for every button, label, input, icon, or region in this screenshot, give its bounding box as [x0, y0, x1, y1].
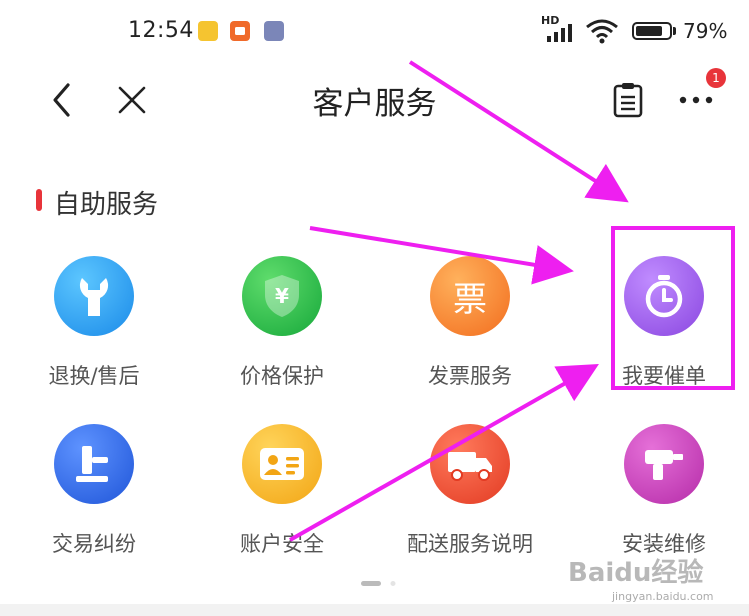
truck-icon [430, 424, 510, 504]
nav-bar: 客户服务 1 [0, 62, 749, 142]
service-transaction-dispute[interactable]: 交易纠纷 [0, 424, 188, 564]
wrench-icon [54, 256, 134, 336]
clipboard-button[interactable] [608, 80, 648, 120]
section-accent-bar [36, 189, 42, 211]
service-label: 交易纠纷 [52, 532, 136, 556]
more-dots-icon [679, 96, 713, 104]
section-title: 自助服务 [54, 190, 159, 220]
battery-percent: 79% [683, 19, 728, 43]
service-label: 退换/售后 [48, 364, 140, 388]
signal-icon [547, 24, 572, 42]
clipboard-icon [613, 83, 643, 118]
watermark-url: jingyan.baidu.com [612, 590, 714, 603]
service-return-aftersale[interactable]: 退换/售后 [0, 256, 188, 396]
wifi-icon [586, 19, 618, 44]
battery-icon [632, 22, 672, 40]
service-delivery-info[interactable]: 配送服务说明 [376, 424, 564, 564]
service-install-repair[interactable]: 安装维修 [570, 424, 749, 564]
status-time: 12:54 [128, 18, 194, 43]
service-label: 发票服务 [428, 364, 512, 388]
svg-text:¥: ¥ [275, 284, 289, 308]
page-indicator [361, 581, 396, 586]
drill-icon [624, 424, 704, 504]
notification-video-icon [230, 21, 250, 41]
notification-image-icon [264, 21, 284, 41]
id-card-icon [242, 424, 322, 504]
bottom-divider [0, 604, 749, 616]
service-price-protection[interactable]: ¥ 价格保护 [188, 256, 376, 396]
gavel-icon [54, 424, 134, 504]
service-label: 配送服务说明 [407, 532, 533, 556]
status-bar: 12:54 HD 79% [0, 0, 749, 62]
notification-app-icon [198, 21, 218, 41]
service-invoice[interactable]: 票 发票服务 [376, 256, 564, 396]
service-label: 价格保护 [240, 364, 324, 388]
invoice-icon: 票 [430, 256, 510, 336]
shield-yen-icon: ¥ [242, 256, 322, 336]
invoice-glyph: 票 [453, 279, 487, 320]
service-account-security[interactable]: 账户安全 [188, 424, 376, 564]
service-label: 账户安全 [240, 532, 324, 556]
notification-badge: 1 [706, 68, 726, 88]
highlight-box [611, 226, 735, 390]
watermark-logo: Baidu经验 [568, 558, 704, 588]
